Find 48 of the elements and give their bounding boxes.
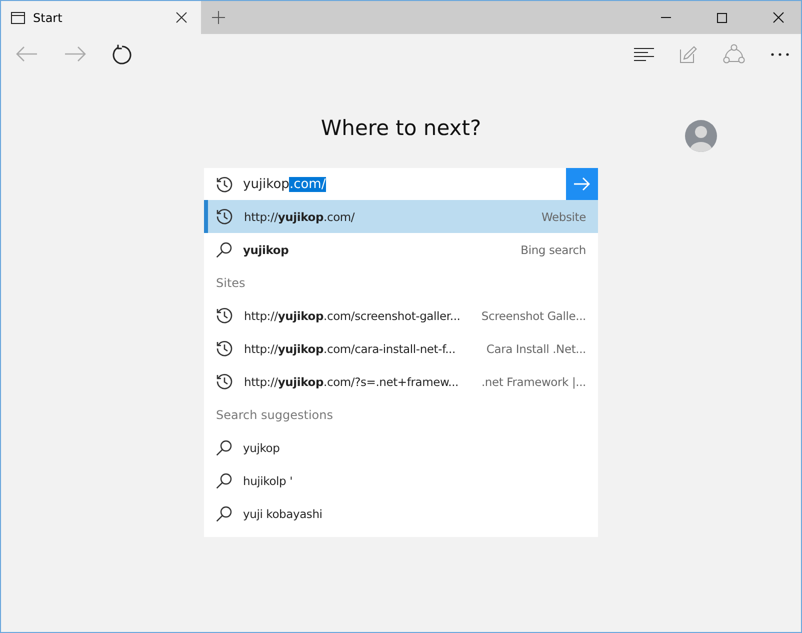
suggestion-item[interactable]: yuji kobayashi — [204, 497, 598, 530]
tab-title: Start — [33, 10, 64, 24]
suggestion-text: http://yujikop.com/?s=.net+framew... — [244, 374, 460, 388]
history-icon — [216, 176, 233, 192]
suggestion-text: yujikop — [243, 242, 290, 256]
tab-page-icon — [11, 12, 25, 24]
history-icon — [216, 373, 233, 390]
search-icon — [216, 242, 232, 258]
suggestion-item[interactable]: http://yujikop.com/?s=.net+framew... .net Framework |... — [204, 365, 598, 398]
arrow-icon — [574, 177, 590, 191]
avatar-icon[interactable] — [685, 120, 717, 152]
new-tab-icon[interactable] — [212, 11, 225, 24]
search-icon — [216, 506, 232, 522]
suggestion-hint: Cara Install .Net... — [486, 342, 586, 356]
suggestion-text: http://yujikop.com/ — [244, 210, 356, 224]
browser-tab[interactable]: Start — [1, 1, 201, 34]
suggestion-item[interactable]: yujikop Bing search — [204, 233, 598, 266]
hub-lines-icon[interactable] — [634, 48, 654, 60]
share-icon[interactable] — [723, 44, 745, 64]
suggestion-item[interactable]: http://yujikop.com/ Website — [204, 200, 598, 233]
search-icon — [216, 440, 232, 456]
history-icon — [216, 208, 233, 225]
suggestion-hint: .net Framework |... — [481, 374, 586, 388]
suggestion-hint: Screenshot Galle... — [481, 308, 586, 322]
history-icon — [216, 307, 233, 324]
pencil-note-icon[interactable] — [680, 46, 697, 62]
go-button[interactable] — [566, 168, 598, 200]
suggestion-text: hujikolp ' — [243, 474, 294, 488]
suggestion-text: http://yujikop.com/cara-install-net-f... — [244, 342, 456, 356]
close-tab-icon[interactable] — [176, 12, 187, 23]
search-icon — [216, 472, 232, 488]
suggestion-item[interactable]: yujkop — [204, 431, 598, 464]
suggestion-text: yujkop — [243, 440, 281, 454]
more-icon[interactable] — [771, 52, 789, 56]
page-heading: Where to next? — [320, 116, 482, 140]
refresh-icon[interactable] — [112, 44, 132, 64]
suggestion-hint: Website — [542, 210, 586, 224]
section-header: Sites — [215, 274, 246, 292]
suggestion-text: http://yujikop.com/screenshot-galler... — [244, 308, 462, 322]
close-icon[interactable] — [773, 12, 784, 23]
suggestion-hint: Bing search — [520, 242, 586, 256]
suggestion-item[interactable]: http://yujikop.com/cara-install-net-f... Cara Install .Net... — [204, 332, 598, 365]
history-icon — [216, 340, 233, 357]
suggestion-text: yuji kobayashi — [243, 506, 324, 520]
suggestion-item[interactable]: http://yujikop.com/screenshot-galler... Screenshot Galle... — [204, 299, 598, 332]
suggestion-item[interactable]: hujikolp ' — [204, 464, 598, 497]
section-header: Search suggestions — [215, 406, 334, 424]
maximize-icon[interactable] — [717, 12, 727, 22]
